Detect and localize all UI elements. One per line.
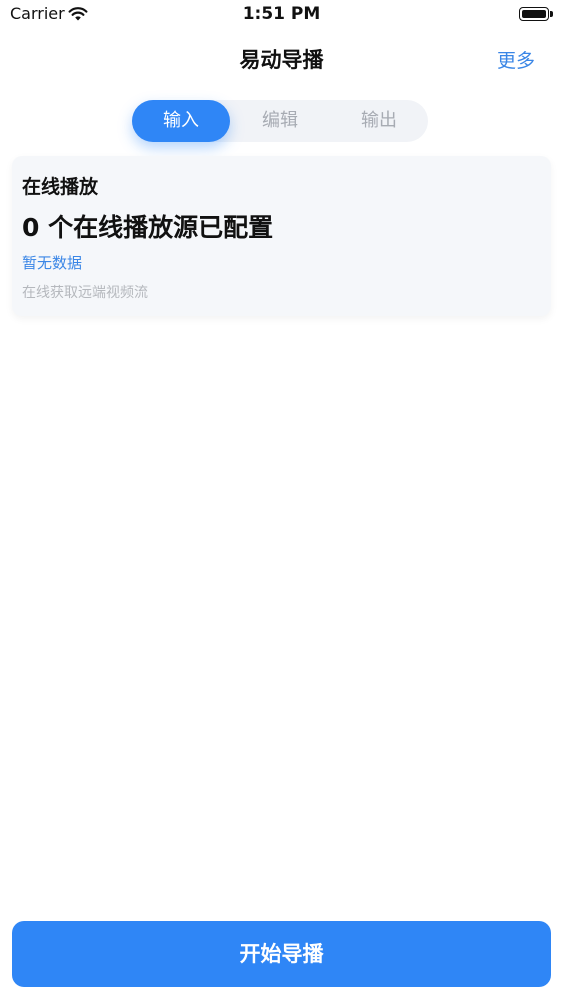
segmented-control: 输入 编辑 输出 xyxy=(132,100,428,142)
navigation-bar: 易动导播 更多 xyxy=(0,30,563,86)
source-count-text: 0 个在线播放源已配置 xyxy=(22,213,274,242)
card-title: 在线播放 xyxy=(22,176,99,198)
start-broadcast-button[interactable]: 开始导播 xyxy=(12,921,551,987)
status-bar: Carrier 1:51 PM xyxy=(0,0,563,30)
battery-icon xyxy=(519,7,553,21)
more-button[interactable]: 更多 xyxy=(497,46,535,73)
no-data-link[interactable]: 暂无数据 xyxy=(22,252,82,273)
tab-input[interactable]: 输入 xyxy=(132,100,230,142)
online-playback-card[interactable]: 在线播放 0 个在线播放源已配置 暂无数据 在线获取远端视频流 xyxy=(12,156,551,316)
card-description: 在线获取远端视频流 xyxy=(22,285,148,301)
page-title: 易动导播 xyxy=(239,48,324,72)
tab-edit[interactable]: 编辑 xyxy=(231,100,329,142)
status-time: 1:51 PM xyxy=(242,4,321,24)
tab-output[interactable]: 输出 xyxy=(330,100,428,142)
